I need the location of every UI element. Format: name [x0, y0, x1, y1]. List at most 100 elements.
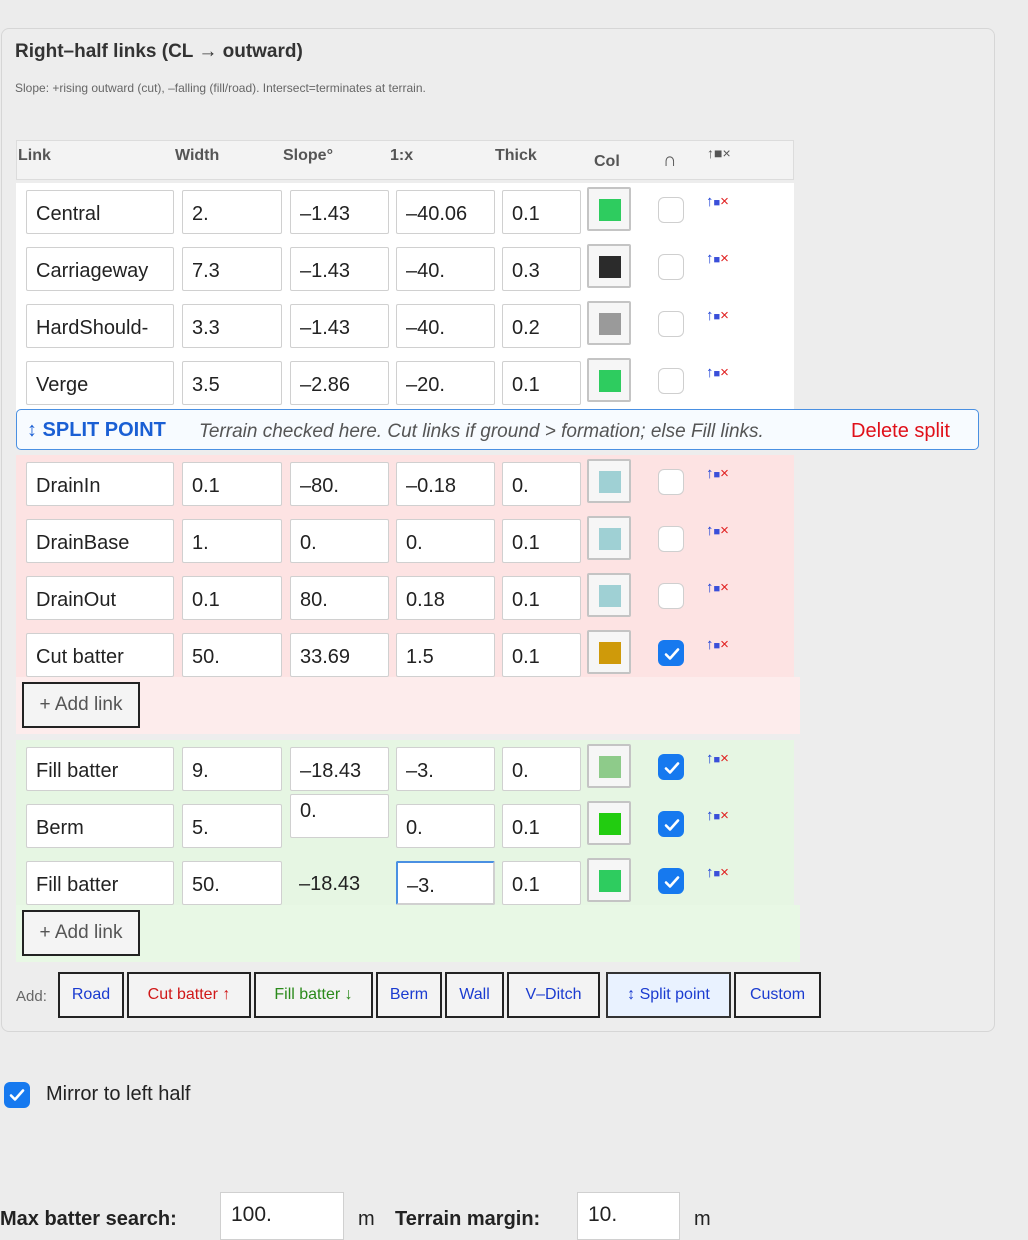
link-color-picker[interactable] — [587, 516, 631, 560]
link-name-input[interactable]: DrainBase — [26, 519, 174, 563]
delete-icon[interactable]: × — [720, 522, 729, 539]
link-ratio-input[interactable]: 0.18 — [396, 576, 495, 620]
add-berm-button[interactable]: Berm — [376, 972, 442, 1018]
link-slope-input[interactable]: 0. — [290, 519, 389, 563]
move-up-icon[interactable]: ↑ — [706, 579, 714, 596]
link-ratio-input[interactable]: 0. — [396, 519, 495, 563]
intersect-checkbox[interactable] — [658, 811, 684, 837]
link-color-picker[interactable] — [587, 301, 631, 345]
mirror-checkbox[interactable] — [4, 1082, 30, 1108]
link-slope-input[interactable]: –18.43 — [290, 747, 389, 791]
intersect-checkbox[interactable] — [658, 640, 684, 666]
link-thick-input[interactable]: 0.1 — [502, 804, 581, 848]
add-custom-button[interactable]: Custom — [734, 972, 821, 1018]
link-ratio-input[interactable]: –3. — [396, 747, 495, 791]
link-name-input[interactable]: Fill batter — [26, 861, 174, 905]
move-up-icon[interactable]: ↑ — [706, 465, 714, 482]
link-slope-input[interactable]: –1.43 — [290, 247, 389, 291]
move-up-icon[interactable]: ↑ — [706, 807, 714, 824]
intersect-checkbox[interactable] — [658, 197, 684, 223]
link-thick-input[interactable]: 0.1 — [502, 519, 581, 563]
link-name-input[interactable]: Fill batter — [26, 747, 174, 791]
add-v-ditch-button[interactable]: V–Ditch — [507, 972, 600, 1018]
delete-icon[interactable]: × — [720, 465, 729, 482]
link-color-picker[interactable] — [587, 744, 631, 788]
link-name-input[interactable]: Verge — [26, 361, 174, 405]
link-width-input[interactable]: 9. — [182, 747, 282, 791]
link-name-input[interactable]: Central — [26, 190, 174, 234]
link-ratio-input[interactable]: –0.18 — [396, 462, 495, 506]
move-up-icon[interactable]: ↑ — [706, 364, 714, 381]
link-width-input[interactable]: 7.3 — [182, 247, 282, 291]
link-thick-input[interactable]: 0. — [502, 747, 581, 791]
move-up-icon[interactable]: ↑ — [706, 193, 714, 210]
link-width-input[interactable]: 0.1 — [182, 576, 282, 620]
add-wall-button[interactable]: Wall — [445, 972, 504, 1018]
add-cut-link-button[interactable]: + Add link — [22, 682, 140, 728]
link-color-picker[interactable] — [587, 358, 631, 402]
intersect-checkbox[interactable] — [658, 254, 684, 280]
add-road-button[interactable]: Road — [58, 972, 124, 1018]
link-width-input[interactable]: 50. — [182, 633, 282, 677]
delete-split-link[interactable]: Delete split — [851, 420, 950, 443]
intersect-checkbox[interactable] — [658, 526, 684, 552]
link-slope-input[interactable]: –80. — [290, 462, 389, 506]
link-width-input[interactable]: 0.1 — [182, 462, 282, 506]
link-ratio-input[interactable]: –3. — [396, 861, 495, 905]
link-color-picker[interactable] — [587, 244, 631, 288]
link-color-picker[interactable] — [587, 801, 631, 845]
link-ratio-input[interactable]: –40. — [396, 247, 495, 291]
link-thick-input[interactable]: 0.1 — [502, 633, 581, 677]
move-up-icon[interactable]: ↑ — [706, 522, 714, 539]
intersect-checkbox[interactable] — [658, 368, 684, 394]
link-name-input[interactable]: HardShould- — [26, 304, 174, 348]
link-color-picker[interactable] — [587, 858, 631, 902]
link-slope-input[interactable]: 80. — [290, 576, 389, 620]
move-up-icon[interactable]: ↑ — [706, 750, 714, 767]
link-width-input[interactable]: 5. — [182, 804, 282, 848]
link-ratio-input[interactable]: 1.5 — [396, 633, 495, 677]
move-up-icon[interactable]: ↑ — [706, 864, 714, 881]
link-color-picker[interactable] — [587, 630, 631, 674]
link-thick-input[interactable]: 0.2 — [502, 304, 581, 348]
intersect-checkbox[interactable] — [658, 583, 684, 609]
add-split-point-button[interactable]: ↕ Split point — [606, 972, 731, 1018]
delete-icon[interactable]: × — [720, 307, 729, 324]
intersect-checkbox[interactable] — [658, 868, 684, 894]
move-up-icon[interactable]: ↑ — [706, 250, 714, 267]
link-ratio-input[interactable]: –40.06 — [396, 190, 495, 234]
link-thick-input[interactable]: 0. — [502, 462, 581, 506]
move-up-icon[interactable]: ↑ — [706, 636, 714, 653]
link-name-input[interactable]: Carriageway — [26, 247, 174, 291]
delete-icon[interactable]: × — [720, 864, 729, 881]
intersect-checkbox[interactable] — [658, 311, 684, 337]
delete-icon[interactable]: × — [720, 364, 729, 381]
link-ratio-input[interactable]: –20. — [396, 361, 495, 405]
link-thick-input[interactable]: 0.1 — [502, 576, 581, 620]
intersect-checkbox[interactable] — [658, 754, 684, 780]
add-cut-batter-button[interactable]: Cut batter ↑ — [127, 972, 251, 1018]
link-name-input[interactable]: Cut batter — [26, 633, 174, 677]
link-name-input[interactable]: DrainIn — [26, 462, 174, 506]
link-slope-input[interactable]: 0. — [290, 794, 389, 838]
intersect-checkbox[interactable] — [658, 469, 684, 495]
max-batter-input[interactable]: 100. — [220, 1192, 344, 1240]
move-up-icon[interactable]: ↑ — [706, 307, 714, 324]
link-color-picker[interactable] — [587, 459, 631, 503]
link-width-input[interactable]: 50. — [182, 861, 282, 905]
add-fill-link-button[interactable]: + Add link — [22, 910, 140, 956]
link-width-input[interactable]: 3.3 — [182, 304, 282, 348]
delete-icon[interactable]: × — [720, 250, 729, 267]
link-slope-input[interactable]: –1.43 — [290, 190, 389, 234]
link-color-picker[interactable] — [587, 573, 631, 617]
link-slope-input[interactable]: –18.43 — [290, 861, 389, 905]
terrain-margin-input[interactable]: 10. — [577, 1192, 680, 1240]
link-width-input[interactable]: 2. — [182, 190, 282, 234]
delete-icon[interactable]: × — [720, 636, 729, 653]
link-width-input[interactable]: 3.5 — [182, 361, 282, 405]
add-fill-batter-button[interactable]: Fill batter ↓ — [254, 972, 373, 1018]
link-ratio-input[interactable]: 0. — [396, 804, 495, 848]
link-thick-input[interactable]: 0.1 — [502, 190, 581, 234]
link-thick-input[interactable]: 0.1 — [502, 861, 581, 905]
link-ratio-input[interactable]: –40. — [396, 304, 495, 348]
